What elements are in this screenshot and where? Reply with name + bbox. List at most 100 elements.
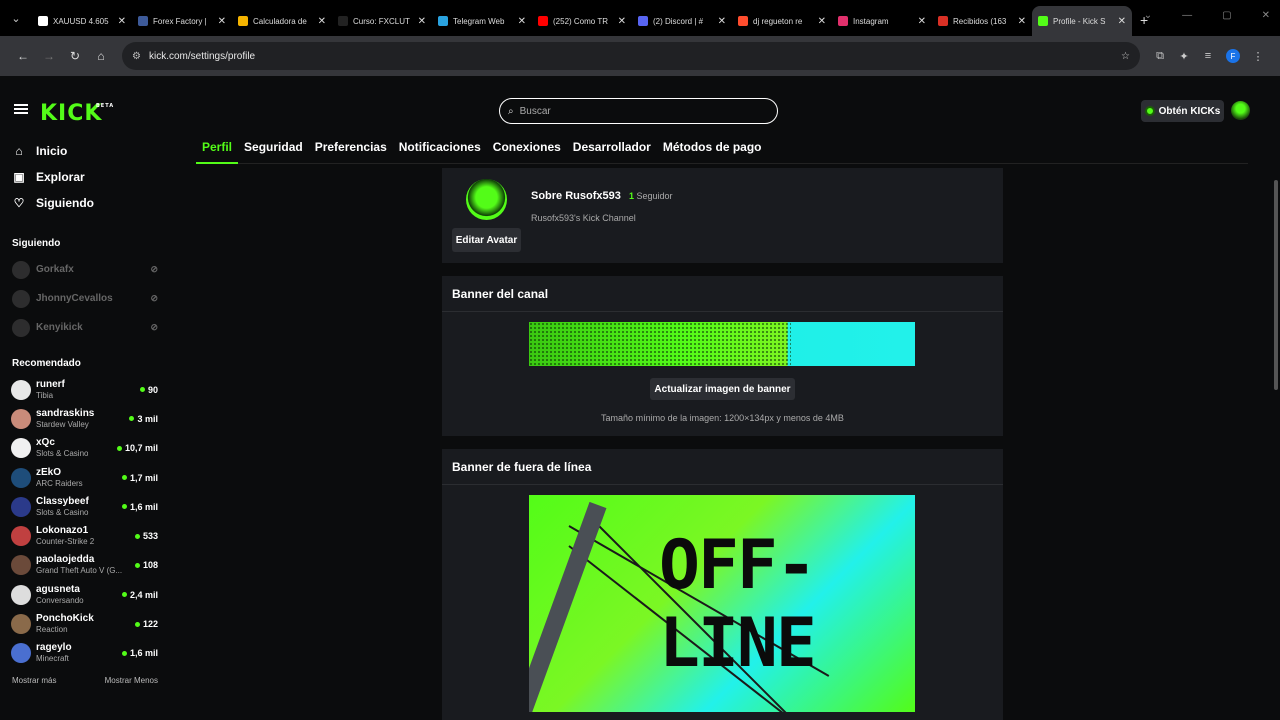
tab-close-icon[interactable]: ✕ — [518, 16, 526, 27]
tab-settings-3[interactable]: Notificaciones — [393, 136, 487, 164]
site-info-icon[interactable]: ⚙ — [132, 51, 141, 62]
recommended-channel[interactable]: Lokonazo1 Counter-Strike 2 533 — [0, 521, 168, 550]
tab-close-icon[interactable]: ✕ — [118, 16, 126, 27]
minimize-icon[interactable]: — — [1182, 10, 1192, 21]
browser-menu-icon[interactable]: ⋮ — [1246, 50, 1270, 63]
page-scrollbar[interactable] — [1272, 128, 1280, 720]
tab-settings-2[interactable]: Preferencias — [309, 136, 393, 164]
forward-icon[interactable]: → — [36, 49, 62, 63]
tab-list-icon[interactable]: ⌄ — [1144, 10, 1152, 21]
media-icon[interactable]: ≡ — [1196, 50, 1220, 62]
tab-title: Calculadora de — [253, 16, 307, 26]
menu-icon[interactable] — [14, 104, 28, 114]
avatar — [11, 584, 31, 605]
reload-icon[interactable]: ↻ — [62, 49, 88, 63]
show-more-button[interactable]: Mostrar más — [12, 676, 56, 685]
live-dot-icon — [121, 504, 127, 510]
channel-name: paolaojedda — [36, 554, 95, 566]
recommended-channel[interactable]: xQc Slots & Casino 10,7 mil — [0, 434, 168, 463]
show-less-button[interactable]: Mostrar Menos — [105, 676, 158, 685]
recommended-channel[interactable]: runerf Tibia 90 — [0, 375, 168, 404]
recommended-channel[interactable]: PonchoKick Reaction 122 — [0, 609, 168, 638]
browser-tab[interactable]: XAUUSD 4.605 ✕ — [32, 6, 132, 36]
browser-tab[interactable]: Calculadora de ✕ — [232, 6, 332, 36]
close-window-icon[interactable]: ✕ — [1262, 10, 1270, 21]
channel-category: Slots & Casino — [36, 449, 89, 459]
tab-title: dj regueton re — [753, 16, 803, 26]
tab-close-icon[interactable]: ✕ — [418, 16, 426, 27]
browser-tab[interactable]: Recibidos (163 ✕ — [932, 6, 1032, 36]
browser-profile-avatar[interactable]: F — [1226, 49, 1240, 63]
tab-settings-0[interactable]: Perfil — [196, 136, 239, 164]
avatar — [11, 643, 31, 664]
tab-close-icon[interactable]: ✕ — [318, 16, 326, 27]
following-channel[interactable]: JhonnyCevallos ⊘ — [0, 284, 168, 313]
window-controls: ⌄ — ▢ ✕ — [1144, 10, 1270, 21]
browser-tab[interactable]: (2) Discord | # ✕ — [632, 6, 732, 36]
tab-close-icon[interactable]: ✕ — [1118, 16, 1126, 27]
browser-tab[interactable]: Profile - Kick S ✕ — [1032, 6, 1132, 36]
sidebar-item-explorar[interactable]: ▣ Explorar — [0, 164, 168, 190]
avatar — [11, 408, 31, 429]
tab-settings-4[interactable]: Conexiones — [487, 136, 567, 164]
address-bar[interactable]: ⚙ kick.com/settings/profile ☆ — [122, 42, 1140, 70]
following-channel[interactable]: Kenyikick ⊘ — [0, 313, 168, 342]
browser-tab[interactable]: Instagram ✕ — [832, 6, 932, 36]
tab-favicon-icon — [438, 16, 448, 26]
bookmark-star-icon[interactable]: ☆ — [1121, 51, 1130, 62]
about-title: Sobre Rusofx593 — [531, 190, 621, 202]
browser-tab[interactable]: Telegram Web ✕ — [432, 6, 532, 36]
tab-settings-6[interactable]: Métodos de pago — [657, 136, 768, 164]
browser-tab[interactable]: (252) Como TR ✕ — [532, 6, 632, 36]
update-banner-button[interactable]: Actualizar imagen de banner — [650, 378, 795, 400]
logo-text: KICK — [40, 101, 103, 126]
tab-close-icon[interactable]: ✕ — [618, 16, 626, 27]
edit-avatar-button[interactable]: Editar Avatar — [452, 228, 521, 252]
tab-settings-5[interactable]: Desarrollador — [567, 136, 657, 164]
back-icon[interactable]: ← — [10, 49, 36, 63]
browser-tab[interactable]: dj regueton re ✕ — [732, 6, 832, 36]
tab-close-icon[interactable]: ✕ — [718, 16, 726, 27]
tab-close-icon[interactable]: ✕ — [218, 16, 226, 27]
channel-name: xQc — [36, 437, 55, 449]
tab-favicon-icon — [938, 16, 948, 26]
sidebar-item-siguiendo[interactable]: ♡ Siguiendo — [0, 190, 168, 216]
recommended-channel[interactable]: sandraskins Stardew Valley 3 mil — [0, 404, 168, 433]
viewer-count: 2,4 mil — [121, 589, 158, 600]
avatar — [12, 260, 30, 279]
viewer-count: 90 — [139, 385, 158, 395]
home-icon[interactable]: ⌂ — [88, 49, 114, 63]
tab-close-icon[interactable]: ✕ — [818, 16, 826, 27]
extensions-icon[interactable]: ✦ — [1172, 50, 1196, 63]
viewer-number: 10,7 mil — [124, 443, 158, 454]
channel-name: rageylo — [36, 642, 72, 654]
user-avatar[interactable] — [1231, 101, 1250, 120]
viewer-count: 1,7 mil — [121, 473, 158, 483]
tab-search-icon[interactable]: ⌄ — [4, 6, 28, 30]
maximize-icon[interactable]: ▢ — [1222, 10, 1231, 21]
live-dot-icon — [116, 445, 122, 451]
tab-close-icon[interactable]: ✕ — [918, 16, 926, 27]
tab-settings-1[interactable]: Seguridad — [238, 136, 309, 164]
recommended-channel[interactable]: Classybeef Slots & Casino 1,6 mil — [0, 492, 168, 521]
following-channel[interactable]: Gorkafx ⊘ — [0, 255, 168, 284]
browser-tab[interactable]: Curso: FXCLUT ✕ — [332, 6, 432, 36]
browser-tab[interactable]: Forex Factory | ✕ — [132, 6, 232, 36]
avatar — [12, 289, 30, 308]
recommended-channel[interactable]: paolaojedda Grand Theft Auto V (G... 108 — [0, 551, 168, 580]
offline-text-line1: OFF- — [659, 526, 817, 605]
offline-banner-card: Banner de fuera de línea OFF- LINE — [442, 449, 1003, 720]
tab-close-icon[interactable]: ✕ — [1018, 16, 1026, 27]
search-input[interactable]: ⌕ Buscar — [499, 98, 778, 124]
channel-name: Lokonazo1 — [36, 525, 89, 537]
recommended-channel[interactable]: zEkO ARC Raiders 1,7 mil — [0, 463, 168, 492]
recommended-channel[interactable]: agusneta Conversando 2,4 mil — [0, 580, 168, 609]
get-kicks-button[interactable]: Obtén KICKs — [1141, 100, 1224, 122]
translate-icon[interactable]: ⧉ — [1148, 50, 1172, 63]
profile-avatar — [466, 179, 507, 220]
tab-favicon-icon — [638, 16, 648, 26]
sidebar-item-inicio[interactable]: ⌂ Inicio — [0, 138, 168, 164]
viewer-number: 2,4 mil — [129, 589, 158, 600]
kick-logo[interactable]: KICK BETA — [40, 101, 113, 126]
recommended-channel[interactable]: rageylo Minecraft 1,6 mil — [0, 639, 168, 668]
